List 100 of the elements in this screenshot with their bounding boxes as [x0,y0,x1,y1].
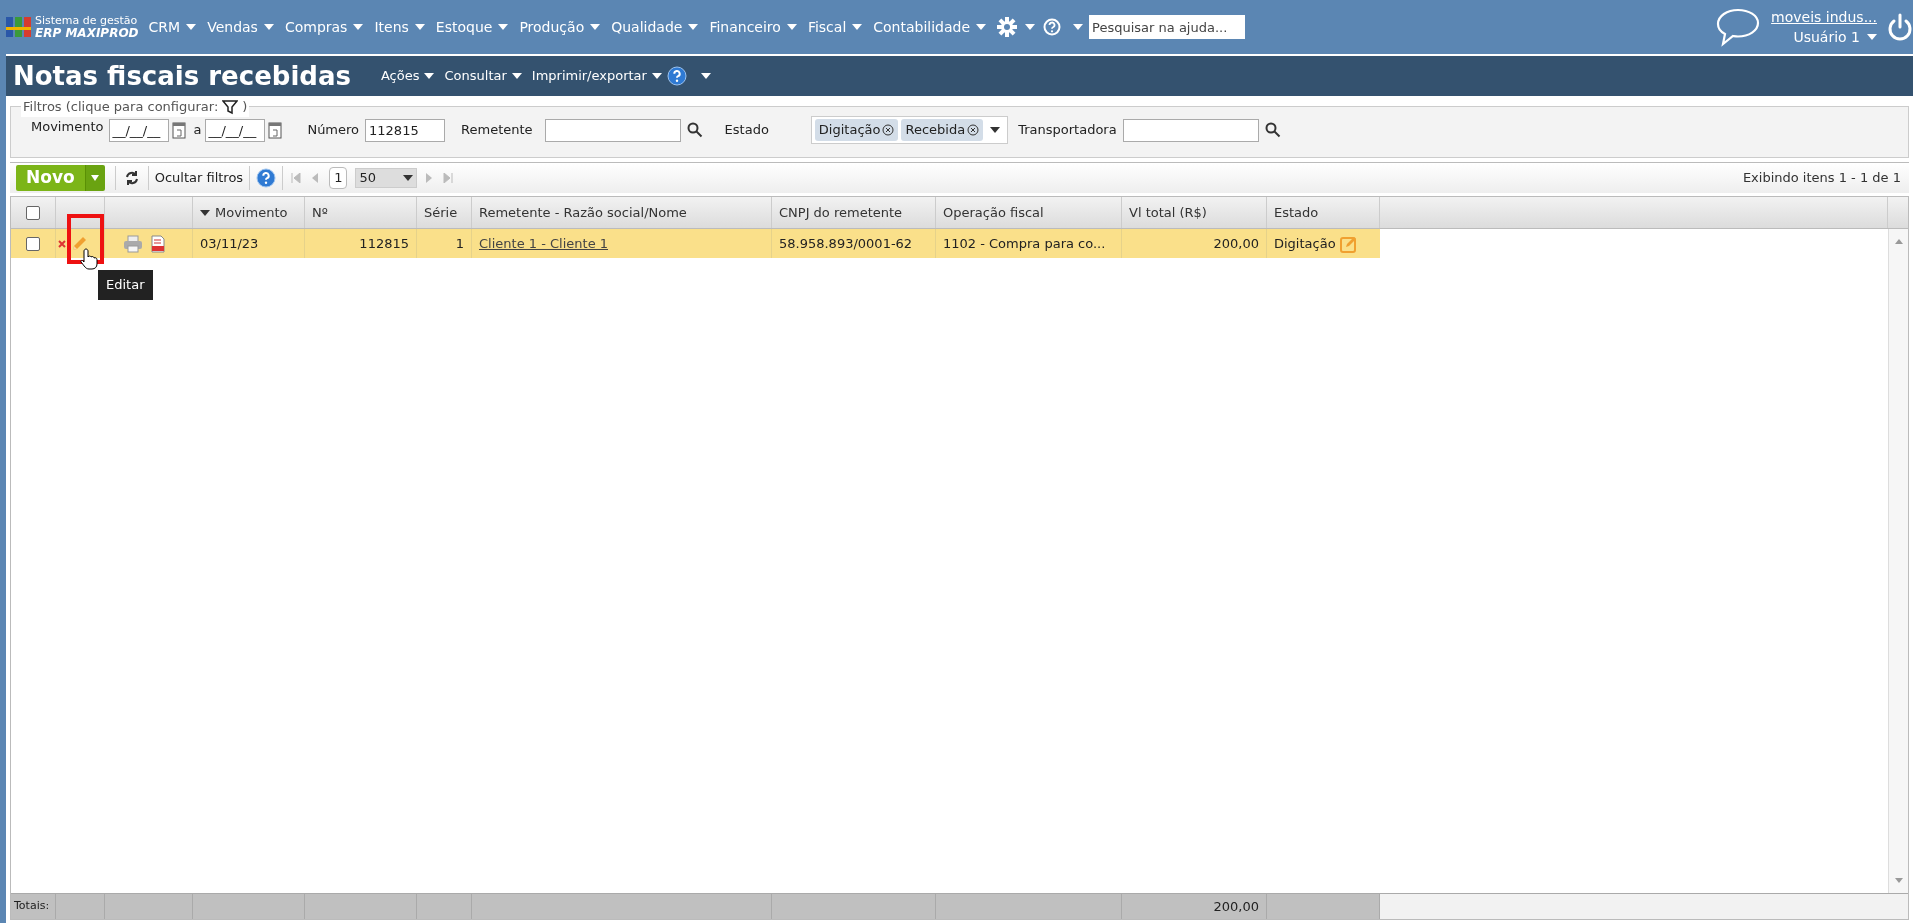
column-header[interactable]: Movimento [215,202,288,223]
printer-icon[interactable] [123,234,143,253]
table-cell-text: 58.958.893/0001-62 [779,234,913,253]
actions-menu[interactable]: Ações [380,66,420,86]
remove-icon[interactable] [967,124,980,136]
table-cell-text: 1 [455,234,464,253]
filters-legend: ) [242,97,248,117]
field-label: Estado [724,121,769,140]
table-cell-text: 112815 [359,234,409,253]
caret-icon [263,24,274,30]
field-label: a [193,121,202,140]
power-icon[interactable] [1887,13,1913,41]
pencil-icon[interactable] [70,234,88,253]
field-label: Remetente [461,121,533,140]
date-field[interactable]: __/__/__ [205,118,266,142]
remove-icon[interactable] [882,124,895,136]
items-summary: Exibindo itens 1 - 1 de 1 [1742,169,1901,188]
scrollbar[interactable] [1888,229,1908,893]
sender-field[interactable] [544,118,681,142]
checkbox[interactable] [26,236,40,251]
calendar-icon[interactable] [268,121,283,139]
menu-item[interactable]: CRM [148,16,181,38]
caret-icon [786,24,797,30]
refresh-icon[interactable] [123,170,140,186]
table-cell-text: Digitação [1274,234,1336,253]
caret-icon [424,73,435,79]
caret-icon [1025,24,1036,30]
caret-icon [414,24,425,30]
menu-item[interactable]: Financeiro [709,16,781,38]
menu-item[interactable]: Qualidade [611,16,683,38]
hide-filters-button[interactable]: Ocultar filtros [152,168,246,188]
page-title: Notas fiscais recebidas [13,59,351,93]
caret-icon [353,24,364,30]
menu-item[interactable]: Contabilidade [873,16,971,38]
help-search-field[interactable]: Pesquisar na ajuda... [1089,15,1246,39]
page-number-field[interactable]: 1 [329,167,348,189]
user-menu[interactable]: Usuário 1 [1793,27,1860,47]
caret-icon [403,175,414,181]
menu-item[interactable]: Itens [374,16,409,38]
actions-menu[interactable]: Consultar [444,66,507,86]
totals-value: 200,00 [1213,897,1259,916]
table-cell-text: 1102 - Compra para co... [943,234,1106,253]
caret-icon [91,175,100,181]
totals-cell [1888,894,1908,919]
scroll-up-icon [1894,239,1903,244]
table-row[interactable]: 03/11/23 112815 1 Cliente 1 - Cliente 1 58.958.893/0001-62 1102 - Compra para co... 200,00 Digitação [11,229,1380,258]
help-icon[interactable] [256,168,277,188]
tooltip: Editar [98,270,153,300]
menu-item[interactable]: Estoque [435,16,493,38]
page-size-select[interactable]: 50 [355,168,418,188]
column-header[interactable]: Operação fiscal [943,202,1044,223]
menu-item[interactable]: Compras [284,16,348,38]
column-header[interactable]: Vl total (R$) [1129,202,1207,223]
actions-menu[interactable]: Imprimir/exportar [531,66,647,86]
caret-icon [590,24,601,30]
caret-icon [852,24,863,30]
logo-icon [6,14,32,40]
menu-item[interactable]: Fiscal [807,16,847,38]
scroll-down-icon [1894,878,1903,883]
column-header[interactable]: Remetente - Razão social/Nome [479,202,687,223]
filters-legend[interactable]: Filtros (clique para configurar: [23,97,219,117]
menu-item[interactable]: Vendas [207,16,258,38]
search-icon[interactable] [1264,122,1281,138]
help-icon[interactable] [666,66,687,86]
caret-icon [1867,34,1877,40]
search-icon[interactable] [686,122,703,138]
column-header[interactable]: CNPJ do remetente [779,202,903,223]
column-header[interactable]: Série [424,202,458,223]
column-header[interactable]: Estado [1274,202,1319,223]
caret-icon [651,73,662,79]
company-link[interactable]: moveis indus... [1771,7,1877,27]
caret-icon [990,127,1001,133]
new-dropdown-button[interactable] [84,165,105,191]
table-cell-text: 03/11/23 [200,234,259,253]
column-header[interactable]: Nº [312,202,328,223]
checkbox[interactable] [26,205,40,220]
sender-link[interactable]: Cliente 1 - Cliente 1 [479,233,609,254]
menu-item[interactable]: Produção [519,16,585,38]
field-label: Transportadora [1018,121,1117,140]
logo-text: Sistema de gestão [35,14,139,27]
delete-icon[interactable] [58,239,66,248]
caret-icon [688,24,699,30]
filter-icon[interactable] [222,98,239,115]
caret-icon [976,24,987,30]
totals-label: Totais: [14,898,50,915]
carrier-field[interactable] [1122,118,1259,142]
caret-icon [511,73,522,79]
cursor-hand-icon [80,248,98,270]
document-icon[interactable] [151,234,165,253]
chat-icon[interactable] [1715,7,1762,47]
field-label: Número [307,121,360,140]
caret-icon [186,24,197,30]
caret-icon [1073,24,1084,30]
number-field[interactable]: 112815 [365,118,446,142]
field-label: Movimento [31,118,104,137]
status-select[interactable]: Digitação Recebida [810,116,1009,144]
caret-icon [700,73,711,79]
calendar-icon[interactable] [172,121,187,139]
date-field[interactable]: __/__/__ [109,118,170,142]
settings-icon[interactable] [997,17,1018,37]
